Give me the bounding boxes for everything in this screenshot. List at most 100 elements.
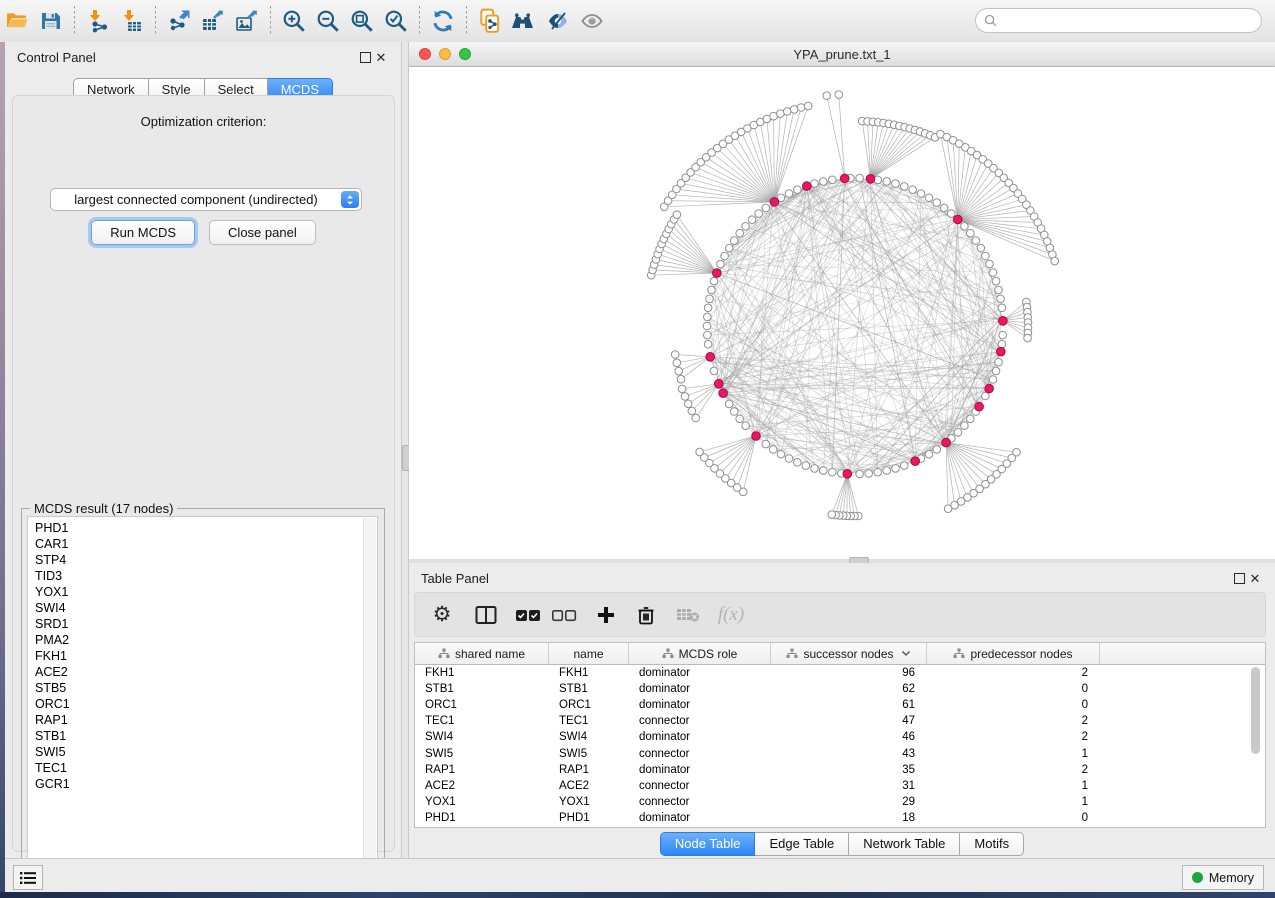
scrollbar-thumb[interactable] bbox=[1251, 667, 1260, 754]
table-row[interactable]: FKH1FKH1dominator962 bbox=[415, 665, 1265, 681]
export-table-icon[interactable] bbox=[196, 6, 230, 36]
save-session-icon[interactable] bbox=[34, 6, 68, 36]
mcds-result-item[interactable]: PMA2 bbox=[35, 632, 377, 648]
graph-edges bbox=[651, 95, 1054, 516]
import-table-icon[interactable] bbox=[115, 6, 149, 36]
mcds-result-item[interactable]: TEC1 bbox=[35, 760, 377, 776]
close-panel-button[interactable]: Close panel bbox=[209, 220, 316, 245]
column-header-successor-nodes[interactable]: successor nodes bbox=[771, 643, 927, 664]
mcds-result-item[interactable]: SRD1 bbox=[35, 616, 377, 632]
tab-node-table[interactable]: Node Table bbox=[660, 832, 756, 856]
table-cell: dominator bbox=[629, 683, 771, 695]
mcds-result-item[interactable]: CAR1 bbox=[35, 536, 377, 552]
table-settings-gear-icon[interactable]: ⚙ bbox=[427, 600, 457, 630]
table-cell: 0 bbox=[927, 699, 1100, 711]
table-row[interactable]: ORC1ORC1dominator610 bbox=[415, 697, 1265, 713]
column-header-predecessor-nodes[interactable]: predecessor nodes bbox=[927, 643, 1100, 664]
show-hide-icon[interactable] bbox=[575, 6, 609, 36]
search-icon bbox=[984, 14, 997, 27]
zoom-fit-icon[interactable] bbox=[345, 6, 379, 36]
table-row[interactable]: YOX1YOX1connector291 bbox=[415, 794, 1265, 810]
zoom-selected-icon[interactable] bbox=[379, 6, 413, 36]
table-cell: connector bbox=[629, 715, 771, 727]
table-cell: STB1 bbox=[549, 683, 629, 695]
run-mcds-button[interactable]: Run MCDS bbox=[91, 220, 195, 245]
task-history-button[interactable] bbox=[13, 865, 43, 890]
add-column-icon[interactable] bbox=[591, 600, 621, 630]
table-row[interactable]: PHD1PHD1dominator180 bbox=[415, 810, 1265, 826]
network-window-titlebar[interactable]: YPA_prune.txt_1 bbox=[409, 42, 1275, 67]
table-cell: dominator bbox=[629, 812, 771, 824]
tab-edge-table[interactable]: Edge Table bbox=[755, 832, 849, 856]
zoom-out-icon[interactable] bbox=[311, 6, 345, 36]
search-input[interactable] bbox=[997, 13, 1261, 29]
mcds-result-item[interactable]: STP4 bbox=[35, 552, 377, 568]
table-row[interactable]: STB1STB1dominator620 bbox=[415, 681, 1265, 697]
table-row[interactable]: SWI5SWI5connector431 bbox=[415, 745, 1265, 761]
column-header-MCDS-role[interactable]: MCDS role bbox=[629, 643, 771, 664]
graphics-details-icon[interactable] bbox=[541, 6, 575, 36]
mcds-node bbox=[752, 432, 761, 441]
zoom-in-icon[interactable] bbox=[277, 6, 311, 36]
table-scrollbar[interactable] bbox=[1251, 667, 1262, 823]
table-row[interactable]: ACE2ACE2connector311 bbox=[415, 778, 1265, 794]
mcds-result-item[interactable]: STB1 bbox=[35, 728, 377, 744]
deselect-all-icon[interactable] bbox=[549, 600, 579, 630]
table-cell: 1 bbox=[927, 780, 1100, 792]
mcds-result-title: MCDS result (17 nodes) bbox=[30, 501, 177, 516]
criterion-dropdown[interactable]: largest connected component (undirected) bbox=[50, 188, 362, 211]
table-cell: 0 bbox=[927, 683, 1100, 695]
mcds-result-item[interactable]: RAP1 bbox=[35, 712, 377, 728]
delete-column-icon[interactable] bbox=[631, 600, 661, 630]
mcds-result-list[interactable]: PHD1CAR1STP4TID3YOX1SWI4SRD1PMA2FKH1ACE2… bbox=[27, 516, 378, 874]
mcds-result-item[interactable]: SWI4 bbox=[35, 600, 377, 616]
first-neighbors-icon[interactable] bbox=[507, 6, 541, 36]
mcds-result-item[interactable]: TID3 bbox=[35, 568, 377, 584]
memory-button[interactable]: Memory bbox=[1182, 865, 1264, 890]
table-cell: YOX1 bbox=[415, 796, 549, 808]
network-canvas[interactable] bbox=[409, 67, 1275, 560]
close-panel-icon[interactable]: ✕ bbox=[1247, 570, 1263, 586]
split-panel-icon[interactable] bbox=[471, 600, 501, 630]
mcds-result-item[interactable]: ACE2 bbox=[35, 664, 377, 680]
toolbar-separator bbox=[419, 6, 420, 36]
refresh-icon[interactable] bbox=[426, 6, 460, 36]
close-panel-icon[interactable]: ✕ bbox=[373, 49, 389, 65]
mcds-result-item[interactable]: FKH1 bbox=[35, 648, 377, 664]
mcds-result-item[interactable]: ORC1 bbox=[35, 696, 377, 712]
import-network-icon[interactable] bbox=[81, 6, 115, 36]
open-file-icon[interactable] bbox=[0, 6, 34, 36]
mcds-result-item[interactable]: PHD1 bbox=[35, 520, 377, 536]
table-row[interactable]: SWI4SWI4dominator462 bbox=[415, 729, 1265, 745]
mcds-node bbox=[954, 215, 963, 224]
search-field[interactable] bbox=[975, 8, 1262, 33]
float-panel-icon[interactable] bbox=[357, 49, 373, 65]
vertical-splitter[interactable] bbox=[401, 42, 409, 858]
mcds-list-scrollbar[interactable] bbox=[363, 518, 376, 872]
mcds-result-item[interactable]: SWI5 bbox=[35, 744, 377, 760]
table-cell: FKH1 bbox=[549, 667, 629, 679]
node-table[interactable]: shared namenameMCDS rolesuccessor nodesp… bbox=[414, 642, 1266, 828]
mcds-result-item[interactable]: GCR1 bbox=[35, 776, 377, 792]
tab-network-table[interactable]: Network Table bbox=[849, 832, 960, 856]
column-header-name[interactable]: name bbox=[549, 643, 629, 664]
column-header-shared-name[interactable]: shared name bbox=[415, 643, 549, 664]
mcds-result-item[interactable]: YOX1 bbox=[35, 584, 377, 600]
toolbar-separator bbox=[74, 6, 75, 36]
table-cell: 47 bbox=[771, 715, 927, 727]
select-all-icon[interactable] bbox=[513, 600, 543, 630]
table-row[interactable]: TEC1TEC1connector472 bbox=[415, 713, 1265, 729]
mcds-node bbox=[840, 174, 849, 183]
memory-status-icon bbox=[1192, 872, 1203, 883]
table-cell: connector bbox=[629, 748, 771, 760]
mcds-result-item[interactable]: STB5 bbox=[35, 680, 377, 696]
clone-network-icon[interactable] bbox=[473, 6, 507, 36]
export-network-icon[interactable] bbox=[162, 6, 196, 36]
export-image-icon[interactable] bbox=[230, 6, 264, 36]
table-cell: SWI4 bbox=[549, 731, 629, 743]
table-cell: YOX1 bbox=[549, 796, 629, 808]
network-graph[interactable] bbox=[409, 67, 1275, 560]
table-row[interactable]: RAP1RAP1dominator352 bbox=[415, 762, 1265, 778]
float-panel-icon[interactable] bbox=[1231, 570, 1247, 586]
tab-motifs[interactable]: Motifs bbox=[960, 832, 1024, 856]
